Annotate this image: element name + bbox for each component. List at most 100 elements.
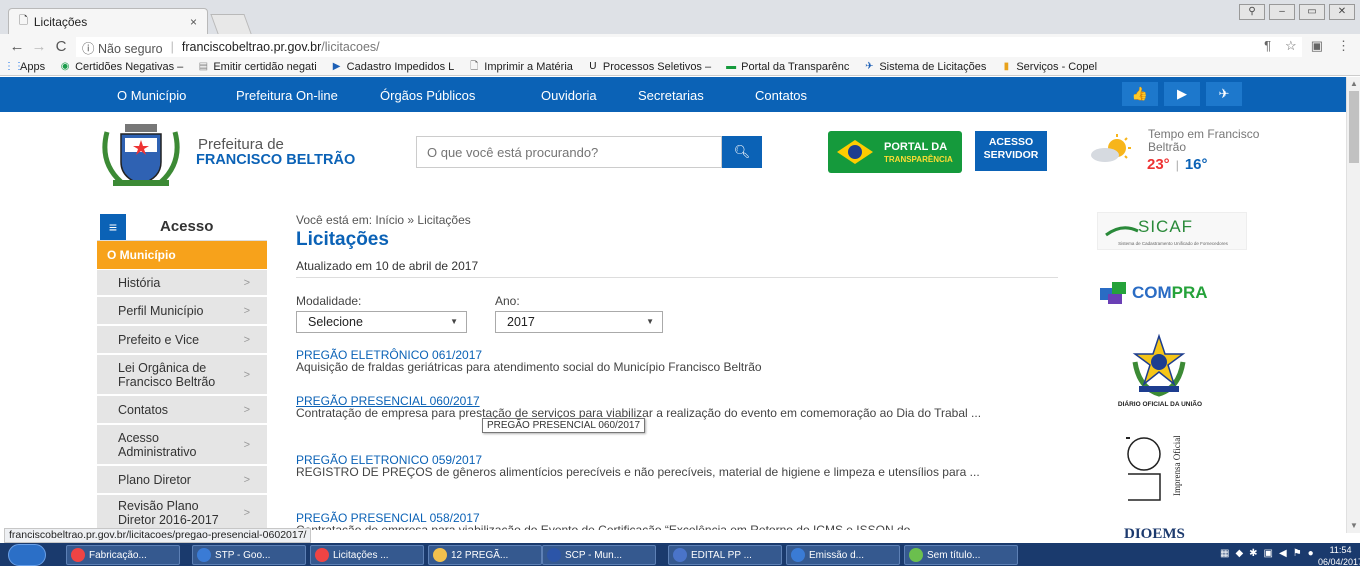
- acesso-servidor-button[interactable]: ACESSO SERVIDOR: [975, 131, 1047, 171]
- app-tray-icon[interactable]: ●: [1308, 548, 1314, 559]
- weather-temperatures: 23° | 16°: [1147, 156, 1208, 173]
- nav-o-municipio[interactable]: O Município: [117, 88, 186, 103]
- city-crest-logo[interactable]: [99, 122, 183, 188]
- sidebar-item[interactable]: Revisão Plano Diretor 2016-2017 >: [97, 495, 267, 531]
- scroll-up-icon[interactable]: ▲: [1350, 79, 1358, 88]
- nav-prefeitura-online[interactable]: Prefeitura On-line: [236, 88, 338, 103]
- taskbar-app-button[interactable]: Emissão d...: [786, 545, 900, 565]
- bookmark-item[interactable]: ▶ Cadastro Impedidos L: [331, 60, 455, 73]
- like-icon[interactable]: 👍: [1122, 82, 1158, 106]
- nav-contatos[interactable]: Contatos: [755, 88, 807, 103]
- bookmark-label: Certidões Negativas –: [75, 60, 184, 73]
- taskbar-app-button[interactable]: Sem título...: [904, 545, 1018, 565]
- sidebar-item[interactable]: Perfil Município >: [97, 297, 267, 325]
- chevron-right-icon: >: [243, 304, 250, 317]
- sidebar-item[interactable]: História >: [97, 270, 267, 296]
- globe-icon: ◉: [60, 61, 70, 72]
- bookmark-item[interactable]: U Processos Seletivos –: [587, 61, 711, 73]
- nav-ouvidoria[interactable]: Ouvidoria: [541, 88, 597, 103]
- bookmark-item[interactable]: ▬ Portal da Transparênc: [725, 61, 849, 73]
- maximize-icon[interactable]: ▭: [1299, 4, 1325, 20]
- scroll-down-icon[interactable]: ▼: [1350, 521, 1358, 530]
- sidebar-item[interactable]: Plano Diretor >: [97, 466, 267, 494]
- close-icon[interactable]: ×: [190, 15, 197, 29]
- bookmark-item[interactable]: 🗋 Imprimir a Matéria: [468, 61, 573, 73]
- address-bar[interactable]: ⓘ Não seguro | franciscobeltrao.pr.gov.b…: [76, 37, 1302, 57]
- brazil-coat-of-arms-icon[interactable]: [1131, 332, 1187, 398]
- logo-city-name[interactable]: FRANCISCO BELTRÃO: [196, 152, 355, 168]
- imprensa-oficial-text: Imprensa Oficial: [1172, 436, 1182, 496]
- windows-start-button[interactable]: [8, 544, 46, 566]
- reload-icon[interactable]: C: [50, 38, 72, 55]
- display-icon[interactable]: ▣: [1264, 548, 1273, 559]
- bluetooth-icon[interactable]: ✱: [1249, 548, 1257, 559]
- bookmark-item[interactable]: ✈ Sistema de Licitações: [863, 61, 986, 73]
- flag-icon[interactable]: ⚑: [1293, 548, 1302, 559]
- extension-icon[interactable]: ▣: [1311, 38, 1323, 54]
- ano-value: 2017: [507, 315, 535, 329]
- sidebar-item[interactable]: Acesso Administrativo >: [97, 425, 267, 465]
- browser-tab-licitacoes[interactable]: 🗋 Licitações ×: [8, 8, 208, 34]
- star-icon[interactable]: ☆: [1285, 38, 1297, 54]
- hamburger-menu-icon[interactable]: ≡: [100, 213, 126, 240]
- user-icon[interactable]: ⚲: [1239, 4, 1265, 20]
- sicaf-banner[interactable]: SICAF Sistema de Cadastramento Unificado…: [1097, 212, 1247, 250]
- taskbar-app-button[interactable]: STP - Goo...: [192, 545, 306, 565]
- back-arrow-icon[interactable]: ←: [6, 38, 28, 55]
- sidebar-item[interactable]: Prefeito e Vice >: [97, 326, 267, 354]
- copel-icon: ▮: [1003, 61, 1010, 72]
- forward-arrow-icon[interactable]: →: [28, 38, 50, 55]
- doc-icon: ▤: [198, 61, 209, 72]
- nav-secretarias[interactable]: Secretarias: [638, 88, 704, 103]
- bookmark-item[interactable]: ◉ Certidões Negativas –: [59, 60, 184, 73]
- twitter-icon[interactable]: ✈: [1206, 82, 1242, 106]
- taskbar-app-label: 12 PREGÃ...: [451, 549, 509, 561]
- portal-transparencia-banner[interactable]: PORTAL DA TRANSPARÊNCIA: [828, 131, 962, 173]
- licitacao-title-link[interactable]: PREGÃO PRESENCIAL 058/2017: [296, 511, 480, 525]
- sidebar-item[interactable]: Lei Orgânica de Francisco Beltrão >: [97, 355, 267, 395]
- taskbar-clock[interactable]: 11:54 06/04/2017: [1318, 546, 1360, 567]
- bookmark-label: Cadastro Impedidos L: [346, 60, 455, 73]
- weather-label: Tempo em Francisco Beltrão: [1148, 127, 1260, 154]
- chevron-down-icon: ▼: [646, 317, 654, 326]
- security-tray-icon[interactable]: ◆: [1235, 548, 1243, 559]
- site-search-input[interactable]: [416, 136, 722, 168]
- new-tab-button[interactable]: [210, 14, 252, 34]
- bookmark-item[interactable]: ▤ Emitir certidão negati: [197, 61, 317, 73]
- page-scrollbar[interactable]: ▲ ▼: [1346, 77, 1360, 533]
- modalidade-select[interactable]: Selecione ▼: [296, 311, 467, 333]
- search-icon: 🔍︎: [733, 144, 751, 159]
- bookmark-item[interactable]: ⋮⋮ Apps: [4, 61, 45, 73]
- imprensa-oficial-logo[interactable]: Imprensa Oficial: [1124, 436, 1188, 508]
- taskbar-app-button[interactable]: Fabricação...: [66, 545, 180, 565]
- app-icon: [197, 548, 211, 562]
- close-window-icon[interactable]: ✕: [1329, 4, 1355, 20]
- bookmark-item[interactable]: ▮ Serviços - Copel: [1000, 61, 1097, 73]
- taskbar-app-button[interactable]: 12 PREGÃ...: [428, 545, 542, 565]
- taskbar-app-button[interactable]: SCP - Mun...: [542, 545, 656, 565]
- brazil-flag-icon: [834, 137, 876, 167]
- bookmarks-bar: ⋮⋮ Apps ◉ Certidões Negativas – ▤ Emitir cert…: [0, 58, 1360, 76]
- sidebar-item[interactable]: Contatos >: [97, 396, 267, 424]
- minimize-icon[interactable]: –: [1269, 4, 1295, 20]
- translate-icon[interactable]: ¶: [1264, 38, 1271, 54]
- security-indicator[interactable]: ⓘ Não seguro: [82, 38, 163, 57]
- nav-orgaos-publicos[interactable]: Órgãos Públicos: [380, 88, 475, 103]
- search-button[interactable]: 🔍︎: [722, 136, 762, 168]
- scrollbar-thumb[interactable]: [1349, 91, 1359, 163]
- sidebar-item-o-municipio[interactable]: O Município: [97, 241, 267, 269]
- comprasnet-puzzle-icon[interactable]: [1098, 278, 1132, 308]
- bookmark-label: Apps: [20, 60, 46, 73]
- taskbar-app-button[interactable]: EDITAL PP ...: [668, 545, 782, 565]
- app-icon: [673, 548, 687, 562]
- ano-select[interactable]: 2017 ▼: [495, 311, 663, 333]
- compra-banner[interactable]: COMPRA: [1132, 283, 1208, 303]
- youtube-icon[interactable]: ▶: [1164, 82, 1200, 106]
- url-host: franciscobeltrao.pr.gov.br: [181, 40, 322, 54]
- network-icon[interactable]: ▦: [1220, 548, 1229, 559]
- diario-oficial-uniao-label[interactable]: DIÁRIO OFICIAL DA UNIÃO: [1098, 401, 1222, 408]
- taskbar-app-button[interactable]: Licitações ...: [310, 545, 424, 565]
- volume-icon[interactable]: ◀: [1279, 548, 1287, 559]
- menu-icon[interactable]: ⋮: [1337, 38, 1350, 54]
- dioems-banner[interactable]: DIOEMS: [1124, 526, 1185, 543]
